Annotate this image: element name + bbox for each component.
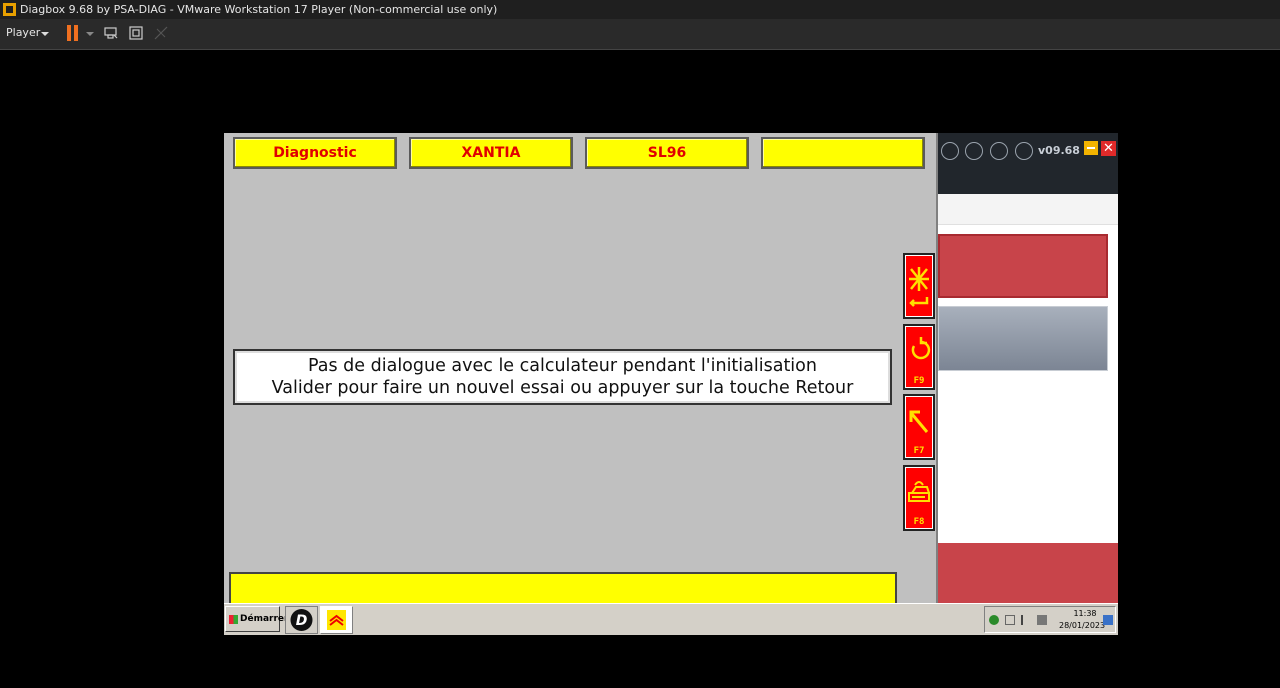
message-line-1: Pas de dialogue avec le calculateur pend…: [308, 356, 817, 376]
tab-ecu[interactable]: SL96: [585, 137, 749, 169]
vm-guest-screen[interactable]: v09.68 ✕ Diagnostic XANTIA SL96 Pas de d…: [224, 133, 1118, 635]
start-label: Démarrer: [240, 614, 289, 624]
retry-f9-button[interactable]: F9: [903, 324, 935, 390]
diagbox-subheader: [938, 194, 1118, 225]
diagbox-gray-panel[interactable]: [938, 306, 1108, 371]
diagbox-version: v09.68: [1038, 144, 1080, 157]
back-arrow-icon: [909, 410, 929, 433]
print-icon: [908, 481, 930, 502]
fullscreen-icon[interactable]: [128, 25, 144, 41]
windows-taskbar: Démarrer D 11:38 28/01/2023: [224, 603, 1118, 635]
taskbar-diagbox-app[interactable]: D: [285, 606, 318, 634]
action-center-flag-icon[interactable]: [1021, 615, 1031, 625]
pause-options-chevron-down-icon[interactable]: [86, 32, 94, 36]
citroen-logo-icon: [327, 610, 346, 630]
clock-time[interactable]: 11:38: [1071, 609, 1099, 618]
diagbox-logo-icon: D: [290, 609, 313, 631]
system-tray: 11:38 28/01/2023: [984, 606, 1116, 633]
diagbox-main-window: v09.68 ✕: [938, 133, 1118, 603]
wifi-icon[interactable]: [990, 142, 1008, 160]
minimize-button[interactable]: [1084, 141, 1098, 155]
validate-enter-icon: [909, 267, 929, 307]
vmware-title-bar: Diagbox 9.68 by PSA-DIAG - VMware Workst…: [0, 0, 1280, 19]
player-menu-chevron-down-icon[interactable]: [41, 32, 49, 36]
volume-icon[interactable]: [1005, 615, 1015, 625]
diagbox-red-footer: [938, 543, 1118, 603]
pause-icon[interactable]: [67, 25, 79, 41]
show-desktop-icon[interactable]: [1103, 615, 1113, 625]
fkey-label: F9: [913, 376, 925, 386]
taskbar-citroen-app[interactable]: [320, 606, 353, 634]
network-disconnected-icon[interactable]: [1037, 615, 1047, 625]
fkey-label: F7: [913, 446, 925, 456]
lock-icon[interactable]: [1015, 142, 1033, 160]
back-f7-button[interactable]: F7: [903, 394, 935, 460]
vmware-app-icon: [3, 3, 16, 16]
svg-text:D: D: [296, 613, 308, 629]
validate-button[interactable]: [903, 253, 935, 319]
diagbox-red-panel[interactable]: [938, 234, 1108, 298]
send-ctrl-alt-del-icon[interactable]: [103, 25, 119, 41]
tab-empty[interactable]: [761, 137, 925, 169]
close-button[interactable]: ✕: [1101, 141, 1116, 156]
start-button[interactable]: Démarrer: [225, 606, 288, 632]
user-icon[interactable]: [965, 142, 983, 160]
error-message-box: Pas de dialogue avec le calculateur pend…: [233, 349, 892, 405]
vmware-toolbar: Player: [0, 19, 1280, 50]
window-title: Diagbox 9.68 by PSA-DIAG - VMware Workst…: [20, 3, 498, 16]
tab-diagnostic[interactable]: Diagnostic: [233, 137, 397, 169]
network-icon[interactable]: [989, 615, 999, 625]
print-f8-button[interactable]: F8: [903, 465, 935, 531]
fkey-label: F8: [913, 517, 925, 527]
clock-date[interactable]: 28/01/2023: [1059, 621, 1105, 630]
tab-vehicle[interactable]: XANTIA: [409, 137, 573, 169]
unity-mode-icon[interactable]: [153, 25, 169, 41]
windows-logo-icon: [229, 615, 238, 624]
diagbox-header: v09.68 ✕: [938, 133, 1118, 194]
sync-icon[interactable]: [941, 142, 959, 160]
diagnostic-window: Diagnostic XANTIA SL96 Pas de dialogue a…: [224, 133, 938, 608]
retry-arrow-icon: [911, 337, 931, 360]
player-menu-button[interactable]: Player: [6, 26, 40, 39]
message-line-2: Valider pour faire un nouvel essai ou ap…: [271, 378, 854, 398]
